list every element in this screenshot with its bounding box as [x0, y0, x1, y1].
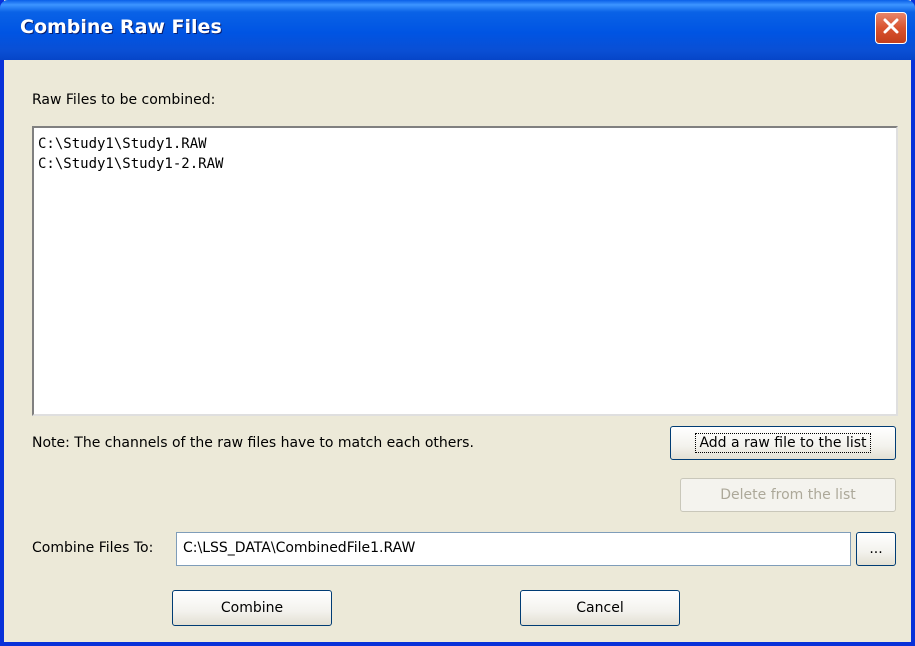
cancel-button[interactable]: Cancel — [520, 590, 680, 626]
cancel-button-label: Cancel — [576, 600, 624, 616]
browse-button[interactable]: ... — [856, 532, 896, 566]
channels-note: Note: The channels of the raw files have… — [32, 435, 474, 451]
list-item[interactable]: C:\Study1\Study1-2.RAW — [38, 154, 892, 174]
combine-button[interactable]: Combine — [172, 590, 332, 626]
output-path-field[interactable]: C:\LSS_DATA\CombinedFile1.RAW — [176, 532, 851, 566]
files-list-label: Raw Files to be combined: — [32, 92, 216, 108]
close-button[interactable] — [875, 12, 907, 44]
list-item[interactable]: C:\Study1\Study1.RAW — [38, 134, 892, 154]
close-icon — [882, 17, 900, 39]
add-raw-file-button[interactable]: Add a raw file to the list — [670, 426, 896, 460]
title-bar[interactable]: Combine Raw Files — [0, 0, 915, 60]
delete-from-list-label: Delete from the list — [720, 487, 856, 503]
window-title: Combine Raw Files — [20, 16, 222, 38]
raw-files-listbox[interactable]: C:\Study1\Study1.RAW C:\Study1\Study1-2.… — [32, 126, 898, 416]
combine-files-to-label: Combine Files To: — [32, 540, 154, 556]
combine-raw-files-dialog: Combine Raw Files Raw Files to be combin… — [0, 0, 915, 646]
delete-from-list-button[interactable]: Delete from the list — [680, 478, 896, 512]
combine-button-label: Combine — [220, 600, 284, 616]
browse-button-label: ... — [869, 541, 883, 557]
add-raw-file-label: Add a raw file to the list — [695, 433, 871, 453]
